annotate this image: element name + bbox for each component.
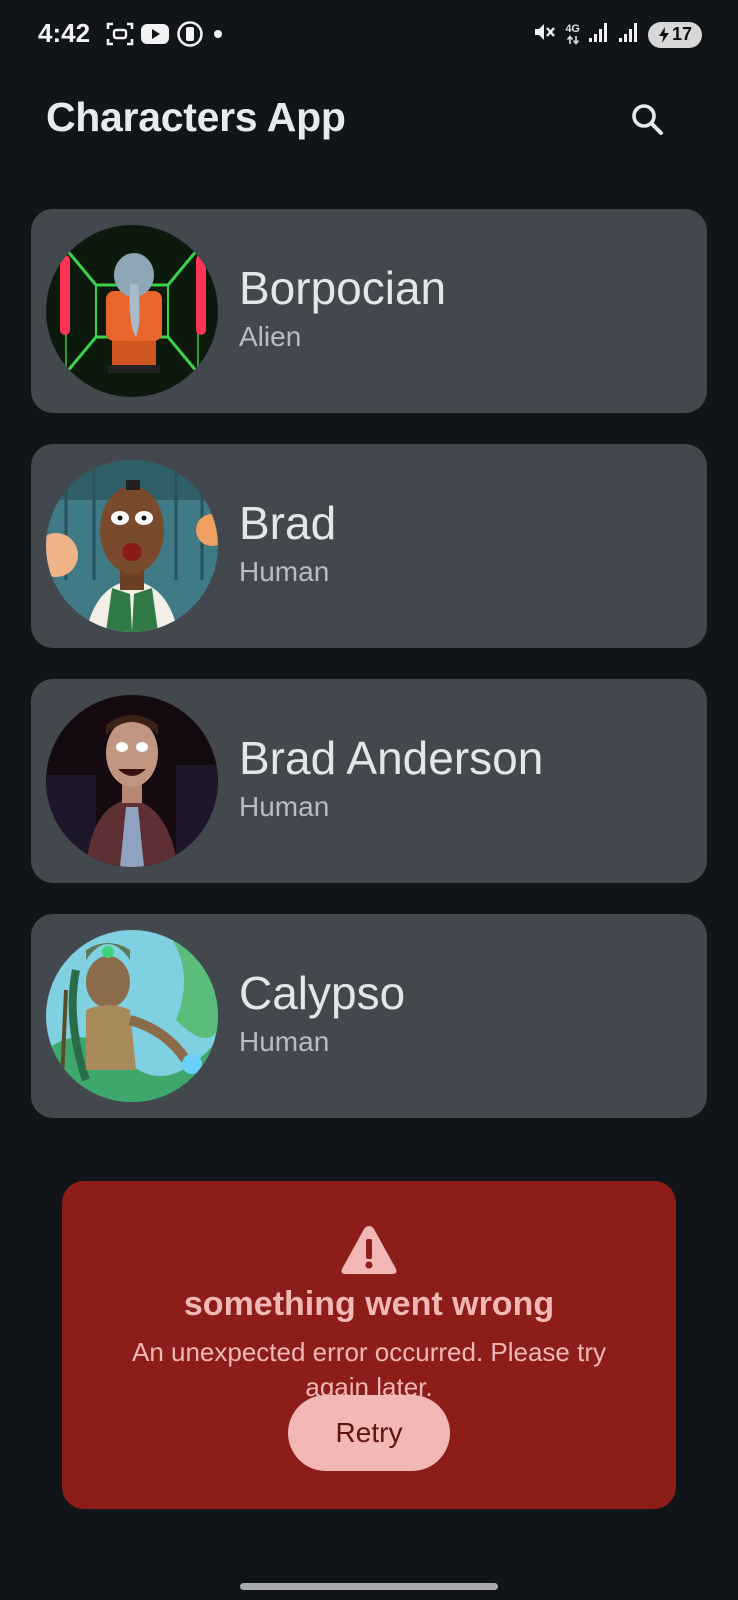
signal-icon-2 [618,21,640,48]
app-title: Characters App [46,94,346,140]
top-app-bar: Characters App [0,72,738,172]
network-indicator: 4G [565,24,580,45]
character-species: Human [239,1026,330,1057]
search-icon [632,104,663,135]
status-left-icons [106,20,226,53]
character-avatar [46,930,218,1102]
battery-indicator: 17 [648,21,702,48]
character-name: Brad [239,497,337,549]
character-list: Borpocian Alien Brad Human Brad Anderson… [31,209,707,1149]
gesture-nav-handle[interactable] [240,1583,498,1590]
data-arrows-icon [566,35,579,45]
retry-button[interactable]: Retry [288,1395,450,1471]
character-name: Borpocian [239,262,447,314]
battery-level: 17 [671,24,693,44]
search-button[interactable] [620,92,676,148]
error-title: something went wrong [183,1285,555,1323]
status-bar: 4:42 4G 17 [0,0,738,72]
network-label: 4G [565,23,580,35]
character-card[interactable]: Brad Human [31,444,707,648]
dot-icon [210,26,226,47]
character-card[interactable]: Brad Anderson Human [31,679,707,883]
warning-icon [339,1223,399,1277]
status-time: 4:42 [38,18,91,48]
screenshot-icon [106,21,134,52]
signal-icon-1 [588,21,610,48]
character-avatar [46,695,218,867]
character-name: Brad Anderson [239,732,544,784]
character-name: Calypso [239,967,406,1019]
app-notification-icon [176,20,204,53]
character-species: Human [239,791,330,822]
charging-bolt-icon [658,26,669,43]
character-card[interactable]: Borpocian Alien [31,209,707,413]
mute-icon [533,20,557,49]
status-right-icons: 4G 17 [533,20,702,49]
character-species: Human [239,556,330,587]
youtube-icon [140,22,170,51]
character-avatar [46,225,218,397]
character-species: Alien [239,321,302,352]
character-avatar [46,460,218,632]
error-card: something went wrong An unexpected error… [62,1181,676,1509]
character-card[interactable]: Calypso Human [31,914,707,1118]
